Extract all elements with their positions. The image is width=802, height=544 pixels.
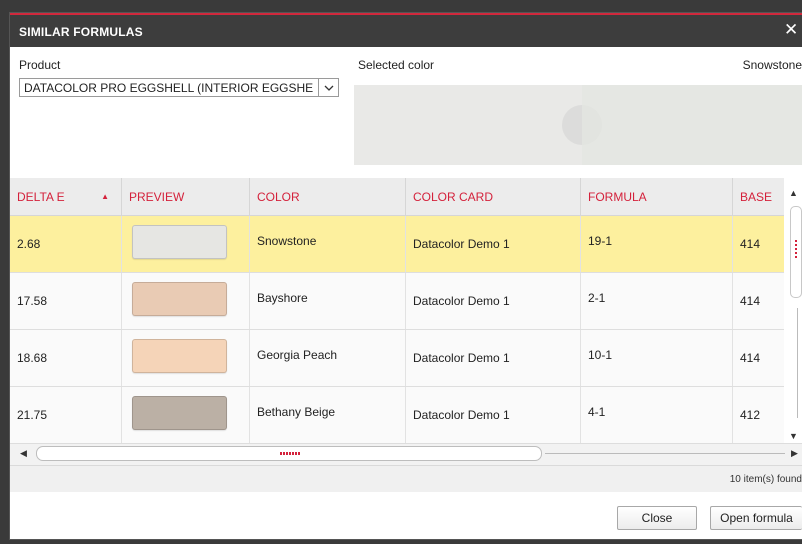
column-header-label: COLOR CARD — [413, 190, 494, 204]
base-cell: 414 — [740, 237, 761, 251]
vertical-scroll-track[interactable] — [797, 308, 798, 418]
similar-formulas-dialog: SIMILAR FORMULAS ✕ Product DATACOLOR PRO… — [10, 13, 802, 539]
column-header-base[interactable]: BASE — [733, 178, 784, 216]
table-row[interactable]: 21.75 Bethany Beige Datacolor Demo 1 4-1… — [10, 387, 784, 443]
delta-e-cell: 18.68 — [10, 330, 122, 386]
product-select-value: DATACOLOR PRO EGGSHELL (INTERIOR EGGSHEL… — [24, 81, 314, 95]
formula-cell: 4-1 — [581, 387, 733, 443]
color-card-cell: Datacolor Demo 1 — [406, 387, 581, 443]
dialog-title: SIMILAR FORMULAS — [19, 25, 143, 39]
grid-header: DELTA E ▲ PREVIEW COLOR COLOR CARD FORMU… — [10, 178, 784, 216]
base-cell: 412 — [740, 408, 761, 422]
column-header-label: DELTA E — [17, 190, 65, 204]
delta-e-cell: 17.58 — [10, 273, 122, 329]
color-name-cell: Snowstone — [250, 216, 406, 272]
horizontal-scrollbar[interactable]: ◀ ▶ — [10, 443, 802, 466]
grip-icon — [795, 240, 797, 258]
top-panel: Product DATACOLOR PRO EGGSHELL (INTERIOR… — [10, 47, 802, 178]
color-card-cell: Datacolor Demo 1 — [406, 330, 581, 386]
table-row[interactable]: 17.58 Bayshore Datacolor Demo 1 2-1 414 — [10, 273, 784, 330]
base-cell: 414 — [740, 351, 761, 365]
table-row[interactable]: 2.68 Snowstone Datacolor Demo 1 19-1 414 — [10, 216, 784, 273]
dialog-footer: Close Open formula — [10, 492, 802, 539]
color-preview-chip — [132, 339, 227, 373]
swatch-half-circle-left — [562, 105, 582, 145]
column-header-formula[interactable]: FORMULA — [581, 178, 733, 216]
column-header-preview[interactable]: PREVIEW — [122, 178, 250, 216]
chevron-down-icon[interactable] — [318, 79, 338, 96]
delta-e-cell: 2.68 — [10, 216, 122, 272]
selected-color-name: Snowstone — [742, 58, 802, 72]
color-preview-chip — [132, 225, 227, 259]
formula-grid: DELTA E ▲ PREVIEW COLOR COLOR CARD FORMU… — [10, 178, 784, 443]
table-row[interactable]: 18.68 Georgia Peach Datacolor Demo 1 10-… — [10, 330, 784, 387]
product-select[interactable]: DATACOLOR PRO EGGSHELL (INTERIOR EGGSHEL… — [19, 78, 339, 97]
column-header-delta-e[interactable]: DELTA E ▲ — [10, 178, 122, 216]
color-preview-chip — [132, 396, 227, 430]
sort-ascending-icon: ▲ — [101, 192, 109, 201]
formula-cell: 2-1 — [581, 273, 733, 329]
scroll-up-icon[interactable]: ▲ — [789, 188, 798, 198]
item-count: 10 item(s) found — [729, 474, 802, 485]
column-header-label: COLOR — [257, 190, 300, 204]
selected-color-label: Selected color — [358, 58, 435, 72]
selected-color-swatch — [354, 85, 802, 165]
color-name-cell: Bayshore — [250, 273, 406, 329]
close-button[interactable]: Close — [617, 506, 697, 530]
scroll-down-icon[interactable]: ▼ — [789, 431, 798, 441]
color-name-cell: Georgia Peach — [250, 330, 406, 386]
vertical-scrollbar[interactable]: ▲ ▼ — [784, 178, 802, 443]
product-label: Product — [19, 58, 61, 72]
title-bar: SIMILAR FORMULAS ✕ — [10, 13, 802, 47]
column-header-label: BASE — [740, 190, 773, 204]
color-preview-chip — [132, 282, 227, 316]
color-name-cell: Bethany Beige — [250, 387, 406, 443]
horizontal-scroll-track[interactable] — [545, 453, 785, 454]
swatch-right-half — [582, 85, 802, 165]
color-card-cell: Datacolor Demo 1 — [406, 216, 581, 272]
scroll-left-icon[interactable]: ◀ — [20, 448, 27, 459]
close-icon[interactable]: ✕ — [784, 20, 802, 40]
scroll-right-icon[interactable]: ▶ — [791, 448, 798, 459]
formula-cell: 19-1 — [581, 216, 733, 272]
grip-icon — [280, 452, 300, 455]
base-cell: 414 — [740, 294, 761, 308]
column-header-label: FORMULA — [588, 190, 647, 204]
open-formula-button[interactable]: Open formula — [710, 506, 802, 530]
column-header-color-card[interactable]: COLOR CARD — [406, 178, 581, 216]
column-header-color[interactable]: COLOR — [250, 178, 406, 216]
formula-cell: 10-1 — [581, 330, 733, 386]
column-header-label: PREVIEW — [129, 190, 185, 204]
status-bar: 10 item(s) found — [10, 465, 802, 492]
color-card-cell: Datacolor Demo 1 — [406, 273, 581, 329]
delta-e-cell: 21.75 — [10, 387, 122, 443]
